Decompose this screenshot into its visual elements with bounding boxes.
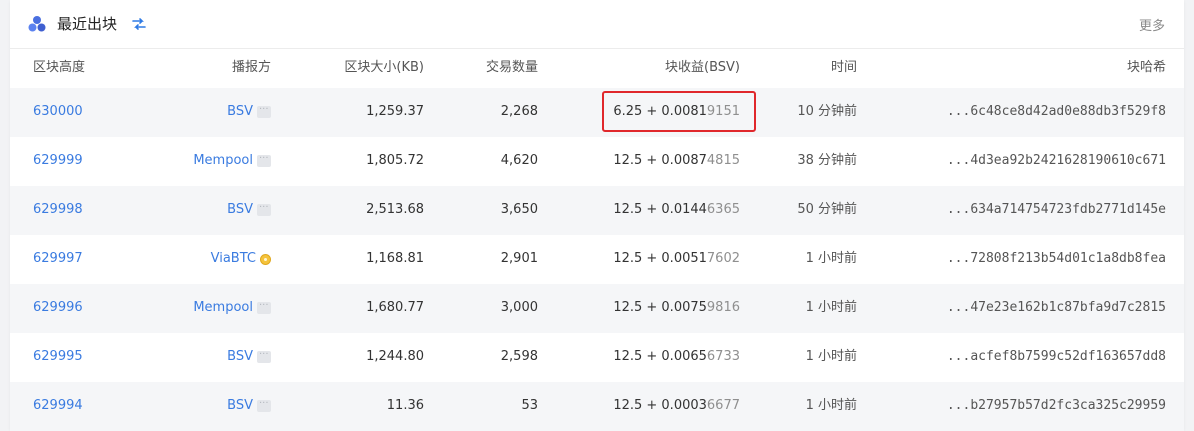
block-hash-link[interactable]: ...72808f213b54d01c1a8db8fea [947,250,1166,268]
reward-highlight-box [602,91,756,132]
miner-link[interactable]: BSV [227,199,271,220]
block-size: 1,168.81 [366,251,424,266]
block-height-link[interactable]: 629997 [33,250,83,268]
reward-main: 12.5 + 0.0075 [613,300,707,315]
miner-link[interactable]: Mempool [193,297,271,318]
reward-main: 12.5 + 0.0087 [613,153,707,168]
block-time: 10 分钟前 [797,104,857,119]
col-hash-header: 块哈希 [1126,60,1166,75]
miner-name: ViaBTC [210,251,256,266]
reward-main: 12.5 + 0.0144 [613,202,707,217]
block-height-link[interactable]: 629995 [33,348,83,366]
tx-count: 2,598 [500,349,538,364]
col-reward-header: 块收益(BSV) [665,60,740,75]
block-size: 1,805.72 [366,153,424,168]
more-dots-icon[interactable] [257,101,271,119]
reward-dim-digits: 7602 [706,251,740,266]
block-reward: 12.5 + 0.00874815 [613,152,740,170]
block-hash-link[interactable]: ...b27957b57d2fc3ca325c29959 [947,397,1166,415]
miner-name: BSV [227,202,253,217]
block-size: 11.36 [386,398,424,413]
miner-link[interactable]: BSV [227,395,271,416]
cubes-logo-icon [28,16,46,32]
reward-dim-digits: 6733 [706,349,740,364]
card-title: 最近出块 [57,15,118,33]
miner-name: Mempool [193,300,253,315]
col-miner-header: 播报方 [231,60,271,75]
col-tx-header: 交易数量 [485,60,538,75]
block-height-link[interactable]: 629999 [33,152,83,170]
col-time-header: 时间 [830,60,857,75]
col-size-header: 区块大小(KB) [344,60,424,75]
more-link[interactable]: 更多 [1139,15,1165,34]
miner-link[interactable]: BSV [227,346,271,367]
tx-count: 2,268 [500,104,538,119]
reward-dim-digits: 4815 [706,153,740,168]
block-hash-link[interactable]: ...4d3ea92b2421628190610c671 [947,152,1166,170]
block-size: 1,680.77 [366,300,424,315]
more-dots-icon[interactable] [257,346,271,364]
col-height-header: 区块高度 [33,60,86,75]
block-size: 1,244.80 [366,349,424,364]
block-time: 1 小时前 [805,398,857,413]
tx-count: 4,620 [500,153,538,168]
miner-name: Mempool [193,153,253,168]
block-height-link[interactable]: 630000 [33,103,83,121]
block-height-link[interactable]: 629998 [33,201,83,219]
block-time: 1 小时前 [805,349,857,364]
miner-name: BSV [227,349,253,364]
table-header: 区块高度 播报方 区块大小(KB) 交易数量 块收益(BSV) 时间 块哈希 [10,49,1184,87]
miner-link[interactable]: Mempool [193,150,271,171]
reward-dim-digits: 9816 [706,300,740,315]
miner-name: BSV [227,398,253,413]
block-height-link[interactable]: 629996 [33,299,83,317]
card-header: 最近出块 更多 [10,0,1184,49]
block-reward: 12.5 + 0.00656733 [613,348,740,366]
tx-count: 53 [521,398,538,413]
more-dots-icon[interactable] [257,297,271,315]
reward-dim-digits: 6365 [706,202,740,217]
block-time: 50 分钟前 [797,202,857,217]
table-row: 629995BSV1,244.802,59812.5 + 0.006567331… [10,333,1184,382]
table-row: 629998 BSV 2,513.68 3,650 12.5 + 0.01446365 5… [10,186,1184,235]
block-reward: 12.5 + 0.00759816 [613,299,740,317]
block-reward: 12.5 + 0.00517602 [613,250,740,268]
miner-link[interactable]: ViaBTC [211,250,271,269]
block-time: 38 分钟前 [797,153,857,168]
table-row: 629999 Mempool 1,805.72 4,620 12.5 + 0.00874… [10,137,1184,186]
tx-count: 2,901 [500,251,538,266]
table-row: 629997 ViaBTC 1,168.81 2,901 12.5 + 0.005176… [10,235,1184,284]
miner-link[interactable]: BSV [227,101,271,122]
block-time: 1 小时前 [805,251,857,266]
table-row: 629996 Mempool 1,680.77 3,000 12.5 + 0.00759… [10,284,1184,333]
switch-arrows-icon[interactable] [132,17,146,31]
block-hash-link[interactable]: ...6c48ce8d42ad0e88db3f529f8 [947,103,1166,121]
block-height-link[interactable]: 629994 [33,397,83,415]
block-hash-link[interactable]: ...634a714754723fdb2771d145e [947,201,1166,219]
tx-count: 3,000 [500,300,538,315]
reward-dim-digits: 6677 [706,398,740,413]
block-hash-link[interactable]: ...acfef8b7599c52df163657dd8 [947,348,1166,366]
reward-main: 12.5 + 0.0065 [613,349,707,364]
miner-name: BSV [227,104,253,119]
coin-icon [260,253,271,265]
recent-blocks-card: 最近出块 更多 区块高度 播报方 区块大小(KB) 交易数量 块收益(BSV) … [10,0,1184,431]
block-reward: 12.5 + 0.00036677 [613,397,740,415]
table-row: 630000BSV1,259.372,2686.25 + 0.008191511… [10,88,1184,137]
block-size: 1,259.37 [366,104,424,119]
block-time: 1 小时前 [805,300,857,315]
more-dots-icon[interactable] [257,395,271,413]
reward-main: 12.5 + 0.0003 [613,398,707,413]
reward-main: 12.5 + 0.0051 [613,251,707,266]
block-hash-link[interactable]: ...47e23e162b1c87bfa9d7c2815 [947,299,1166,317]
more-dots-icon[interactable] [257,150,271,168]
table-row: 629994 BSV 11.36 53 12.5 + 0.00036677 1 小时前..… [10,382,1184,431]
block-size: 2,513.68 [366,202,424,217]
block-reward: 12.5 + 0.01446365 [613,201,740,219]
more-dots-icon[interactable] [257,199,271,217]
tx-count: 3,650 [500,202,538,217]
